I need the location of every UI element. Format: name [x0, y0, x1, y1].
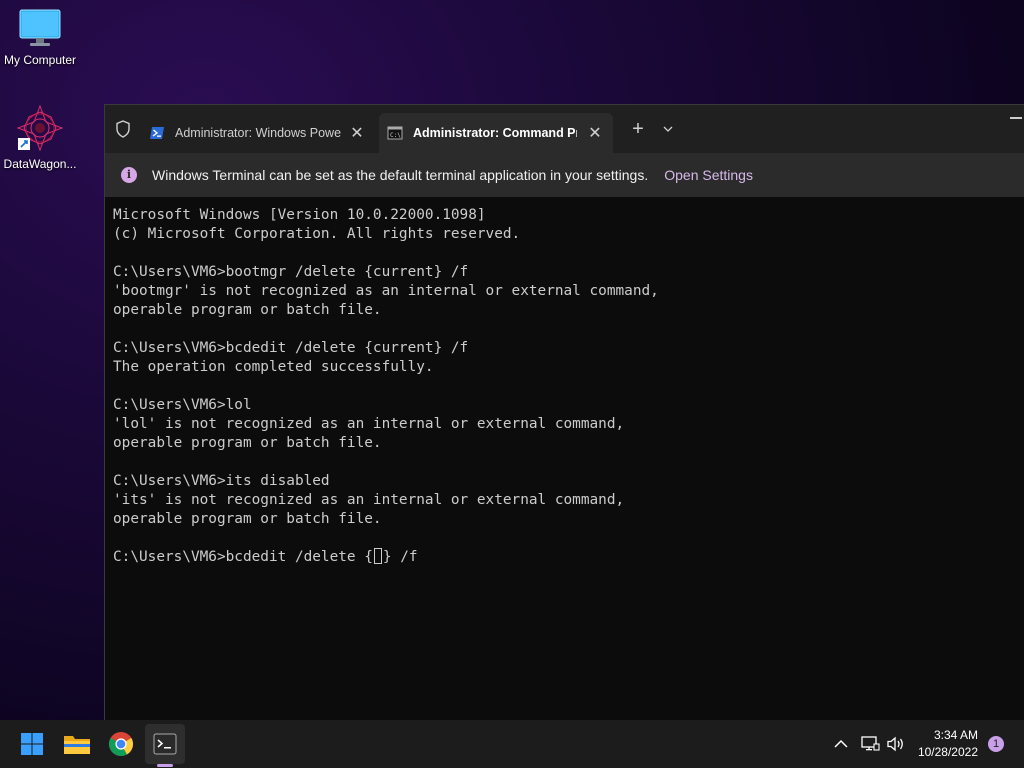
windows-start-icon	[21, 733, 43, 755]
volume-icon[interactable]	[886, 735, 906, 753]
console-line: 'its' is not recognized as an internal o…	[113, 492, 625, 508]
start-button[interactable]	[12, 724, 52, 764]
desktop-icon-my-computer[interactable]: My Computer	[0, 8, 80, 67]
system-tray	[832, 720, 906, 768]
open-settings-link[interactable]: Open Settings	[664, 167, 753, 183]
console-line: operable program or batch file.	[113, 302, 382, 318]
file-explorer-button[interactable]	[57, 724, 97, 764]
console-line: 'bootmgr' is not recognized as an intern…	[113, 283, 659, 299]
tab-bar: Administrator: Windows Power ✕ C:\ Admin…	[105, 105, 1024, 153]
tab-title: Administrator: Windows Power	[175, 126, 341, 140]
terminal-window: Administrator: Windows Power ✕ C:\ Admin…	[104, 104, 1024, 721]
chrome-button[interactable]	[101, 724, 141, 764]
tab-powershell[interactable]: Administrator: Windows Power ✕	[143, 113, 375, 153]
clock-time: 3:34 AM	[933, 728, 978, 742]
powershell-icon	[150, 127, 164, 139]
console-line: Microsoft Windows [Version 10.0.22000.10…	[113, 207, 486, 223]
console-output[interactable]: Microsoft Windows [Version 10.0.22000.10…	[105, 197, 1024, 567]
terminal-button[interactable]	[145, 724, 185, 764]
new-tab-button[interactable]: +	[628, 119, 648, 139]
console-line: C:\Users\VM6>lol	[113, 397, 252, 413]
minimize-button[interactable]	[1010, 117, 1022, 119]
notification-badge[interactable]: 1	[988, 736, 1004, 752]
console-line: C:\Users\VM6>its disabled	[113, 473, 330, 489]
clock-date: 10/28/2022	[917, 745, 978, 759]
cmd-icon: C:\	[387, 126, 403, 140]
input-after-cursor: } /f	[382, 549, 418, 565]
tab-title: Administrator: Command Pro	[413, 126, 577, 140]
info-icon: i	[121, 167, 137, 183]
network-icon[interactable]	[860, 735, 880, 753]
console-line: C:\Users\VM6>bootmgr /delete {current} /…	[113, 264, 469, 280]
shield-icon	[116, 120, 130, 138]
monitor-icon	[19, 9, 61, 46]
info-message: Windows Terminal can be set as the defau…	[152, 167, 649, 183]
close-icon[interactable]: ✕	[583, 123, 607, 143]
desktop-icon-datawagon[interactable]: DataWagon...	[0, 104, 80, 171]
svg-text:C:\: C:\	[390, 132, 401, 139]
console-line: operable program or batch file.	[113, 435, 382, 451]
console-line: (c) Microsoft Corporation. All rights re…	[113, 226, 521, 242]
taskbar: 3:34 AM 10/28/2022 1	[0, 720, 1024, 768]
chevron-up-icon[interactable]	[832, 735, 850, 753]
tab-command-prompt[interactable]: C:\ Administrator: Command Pro ✕	[379, 113, 613, 153]
folder-icon	[64, 736, 90, 754]
taskbar-clock[interactable]: 3:34 AM 10/28/2022	[918, 727, 978, 761]
console-line: 'lol' is not recognized as an internal o…	[113, 416, 625, 432]
console-input-line[interactable]: C:\Users\VM6>bcdedit /delete { } /f	[113, 548, 1024, 567]
desktop-icon-label: My Computer	[3, 53, 77, 67]
desktop-icon-label: DataWagon...	[3, 157, 77, 171]
chevron-down-icon[interactable]	[660, 121, 676, 137]
datawagon-shortcut-icon	[16, 104, 64, 152]
active-app-indicator	[157, 764, 173, 767]
chrome-icon	[108, 732, 134, 757]
console-line: The operation completed successfully.	[113, 359, 434, 375]
console-line: operable program or batch file.	[113, 511, 382, 527]
close-icon[interactable]: ✕	[345, 123, 369, 143]
info-bar: i Windows Terminal can be set as the def…	[105, 153, 1024, 197]
text-cursor	[373, 548, 382, 564]
console-line: C:\Users\VM6>bcdedit /delete {current} /…	[113, 340, 469, 356]
input-before-cursor: C:\Users\VM6>bcdedit /delete {	[113, 549, 373, 565]
terminal-icon	[153, 733, 177, 755]
